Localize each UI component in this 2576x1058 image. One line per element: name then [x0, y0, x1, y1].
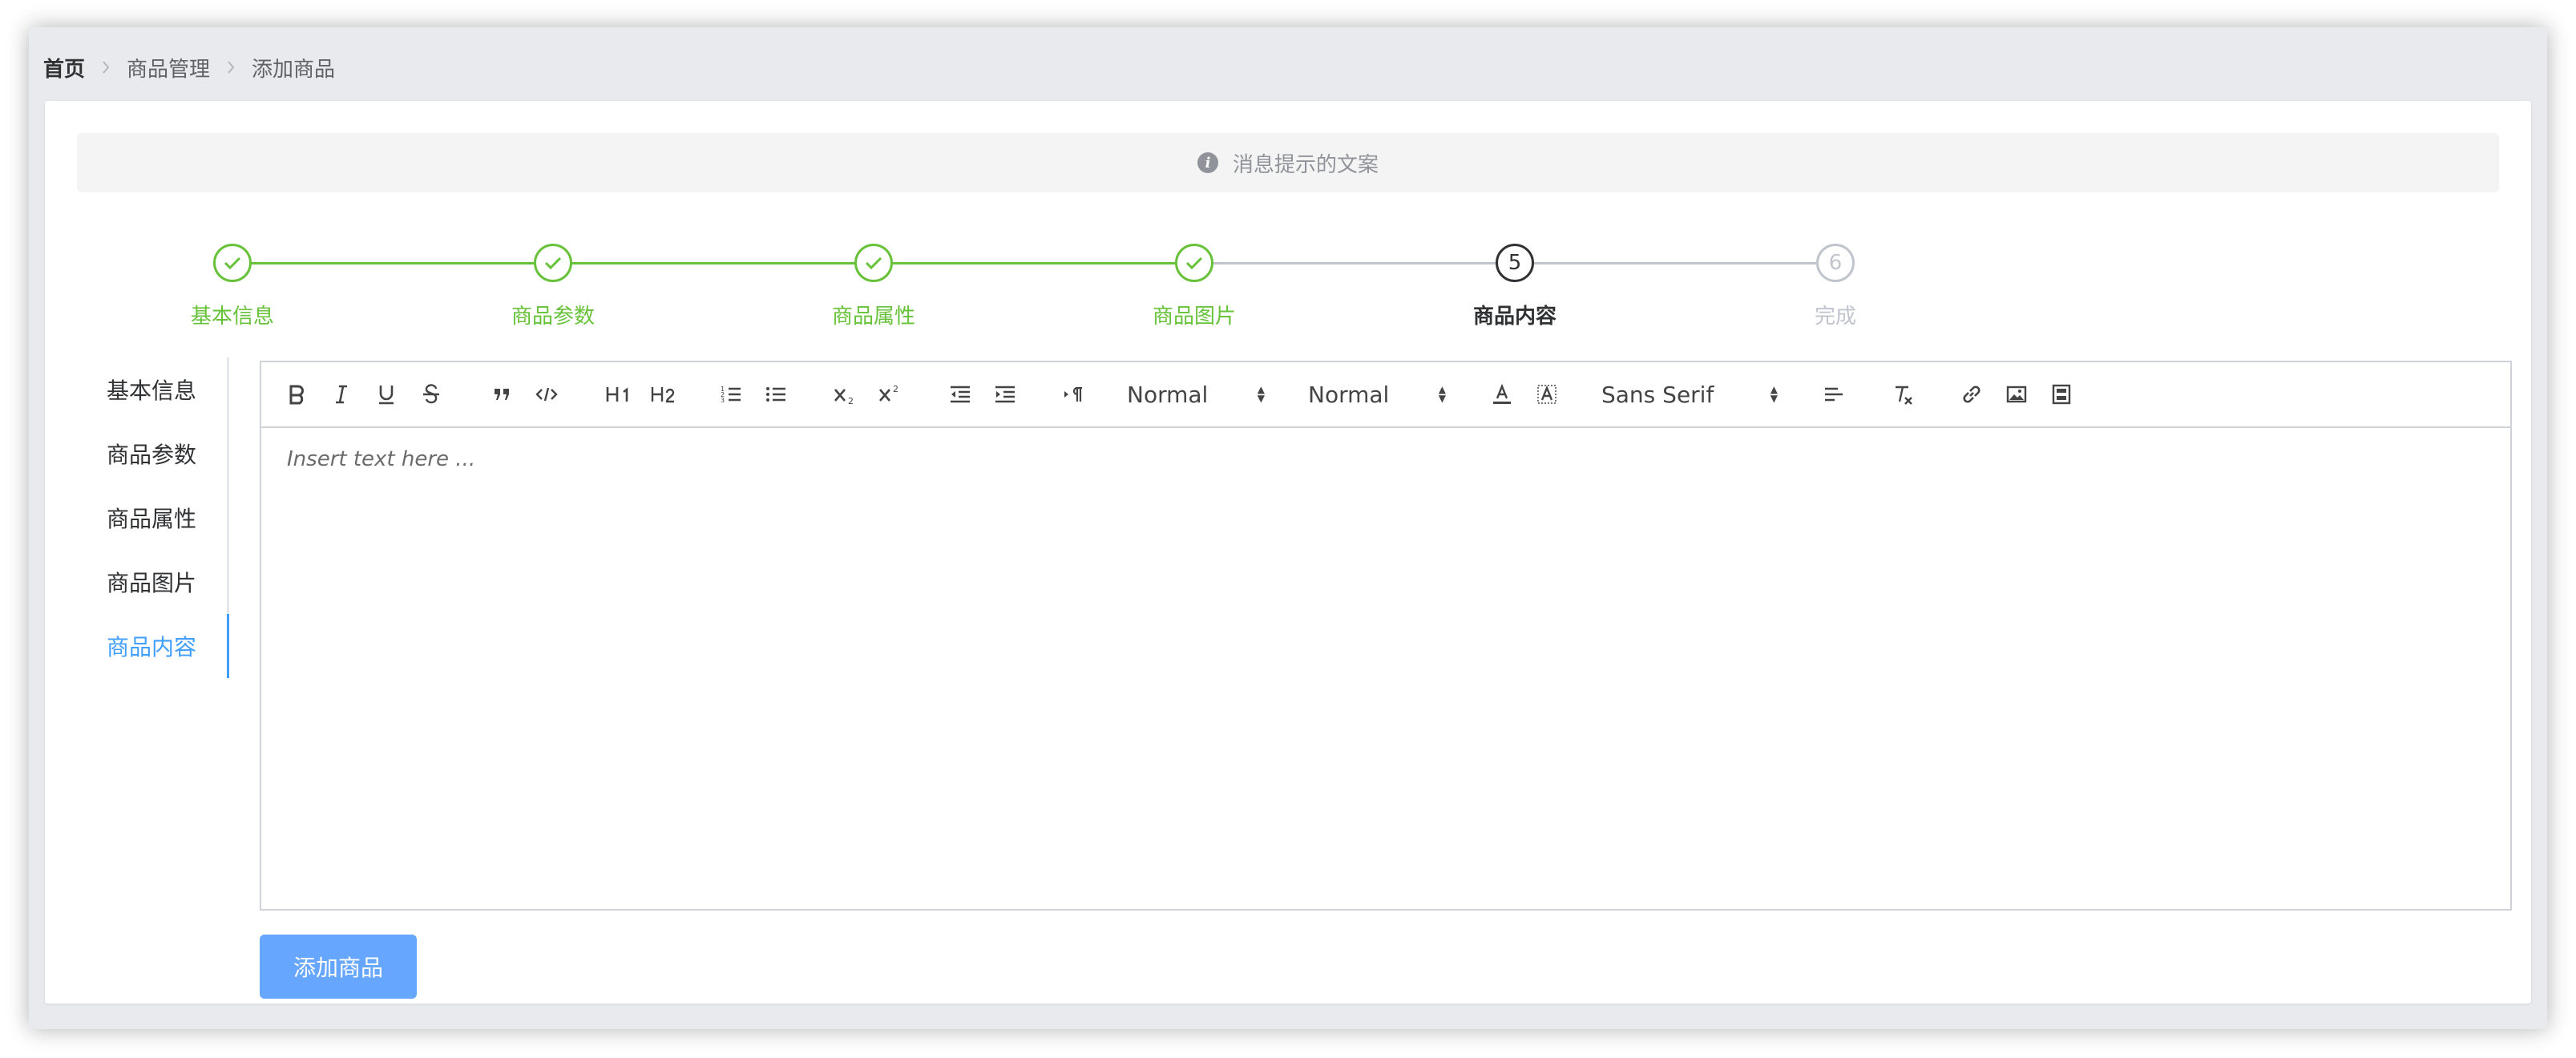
chevron-right-icon	[226, 60, 236, 75]
align-icon[interactable]	[1816, 377, 1851, 412]
add-product-button[interactable]: 添加商品	[260, 935, 417, 999]
size-select[interactable]: Normal ▲ ▼	[1303, 377, 1451, 412]
svg-text:3: 3	[721, 397, 725, 404]
tab-product-images[interactable]: 商品图片	[74, 550, 227, 614]
breadcrumb-home[interactable]: 首页	[43, 53, 85, 83]
step-3-title: 商品属性	[831, 305, 915, 329]
header-select-value: Normal	[1127, 381, 1209, 408]
header-2-icon[interactable]	[644, 377, 683, 412]
strike-icon[interactable]	[414, 377, 449, 412]
steps-bar: 5 6 基本信息 商品参数 商品属性 商品图片 商品内容 完成	[45, 101, 2531, 329]
ordered-list-icon[interactable]: 123	[713, 377, 749, 412]
vertical-tabs: 基本信息 商品参数 商品属性 商品图片 商品内容	[74, 357, 229, 678]
tab-product-params[interactable]: 商品参数	[74, 422, 227, 486]
step-connector	[252, 262, 534, 264]
step-5-title: 商品内容	[1472, 305, 1557, 329]
clean-format-icon[interactable]	[1885, 377, 1920, 412]
link-icon[interactable]	[1954, 377, 1989, 412]
step-1-title: 基本信息	[190, 305, 274, 329]
video-icon[interactable]	[2044, 377, 2079, 412]
step-connector	[572, 262, 854, 264]
header-select[interactable]: Normal ▲ ▼	[1122, 377, 1270, 412]
select-arrows-icon: ▲ ▼	[1438, 384, 1446, 404]
tab-basic-info[interactable]: 基本信息	[74, 357, 227, 422]
step-4-title: 商品图片	[1152, 305, 1236, 329]
svg-text:2: 2	[848, 396, 854, 406]
chevron-right-icon	[101, 60, 111, 75]
bullet-list-icon[interactable]	[758, 377, 793, 412]
step-1-check-icon	[213, 244, 252, 282]
svg-text:2: 2	[893, 384, 898, 394]
step-connector	[1213, 262, 1496, 264]
select-arrows-icon: ▲ ▼	[1257, 384, 1265, 404]
step-connector	[1534, 262, 1816, 264]
blockquote-icon[interactable]	[484, 377, 519, 412]
rtl-direction-icon[interactable]	[1056, 377, 1092, 412]
step-3-check-icon	[854, 244, 893, 282]
editor-placeholder: Insert text here ...	[287, 447, 476, 471]
italic-icon[interactable]	[324, 377, 359, 412]
step-4-check-icon	[1175, 244, 1213, 282]
subscript-icon[interactable]: 2	[827, 377, 862, 412]
font-select[interactable]: Sans Serif ▲ ▼	[1597, 377, 1783, 412]
step-6-title: 完成	[1814, 305, 1856, 329]
indent-icon[interactable]	[987, 377, 1023, 412]
font-select-value: Sans Serif	[1601, 381, 1714, 408]
superscript-icon[interactable]: 2	[872, 377, 907, 412]
rich-text-editor: 123 2 2 Normal ▲ ▼ Normal ▲ ▼ Sans Serif…	[260, 361, 2512, 911]
bold-icon[interactable]	[279, 377, 314, 412]
step-2-check-icon	[534, 244, 572, 282]
color-icon[interactable]	[1484, 377, 1520, 412]
step-2-title: 商品参数	[511, 305, 595, 329]
tab-product-content[interactable]: 商品内容	[74, 614, 229, 678]
step-5-number: 5	[1496, 244, 1534, 282]
breadcrumb: 首页 商品管理 添加商品	[43, 51, 335, 83]
size-select-value: Normal	[1308, 381, 1390, 408]
step-connector	[893, 262, 1175, 264]
breadcrumb-product-management[interactable]: 商品管理	[127, 53, 210, 83]
step-6-number: 6	[1816, 244, 1855, 282]
main-card: i 消息提示的文案 5 6 基本信息 商品参数 商品属性 商品图片 商品内容 完…	[45, 101, 2531, 1003]
editor-content-area[interactable]: Insert text here ...	[261, 428, 2510, 909]
tab-product-attributes[interactable]: 商品属性	[74, 486, 227, 550]
header-1-icon[interactable]	[600, 377, 638, 412]
code-block-icon[interactable]	[529, 377, 564, 412]
breadcrumb-add-product: 添加商品	[252, 57, 336, 82]
background-icon[interactable]	[1529, 377, 1565, 412]
app-window: 首页 商品管理 添加商品 i 消息提示的文案 5 6 基本信息 商品参数 商品属…	[29, 27, 2547, 1029]
outdent-icon[interactable]	[943, 377, 978, 412]
select-arrows-icon: ▲ ▼	[1770, 384, 1778, 404]
underline-icon[interactable]	[369, 377, 404, 412]
editor-toolbar: 123 2 2 Normal ▲ ▼ Normal ▲ ▼ Sans Serif…	[261, 362, 2510, 428]
image-icon[interactable]	[1999, 377, 2034, 412]
